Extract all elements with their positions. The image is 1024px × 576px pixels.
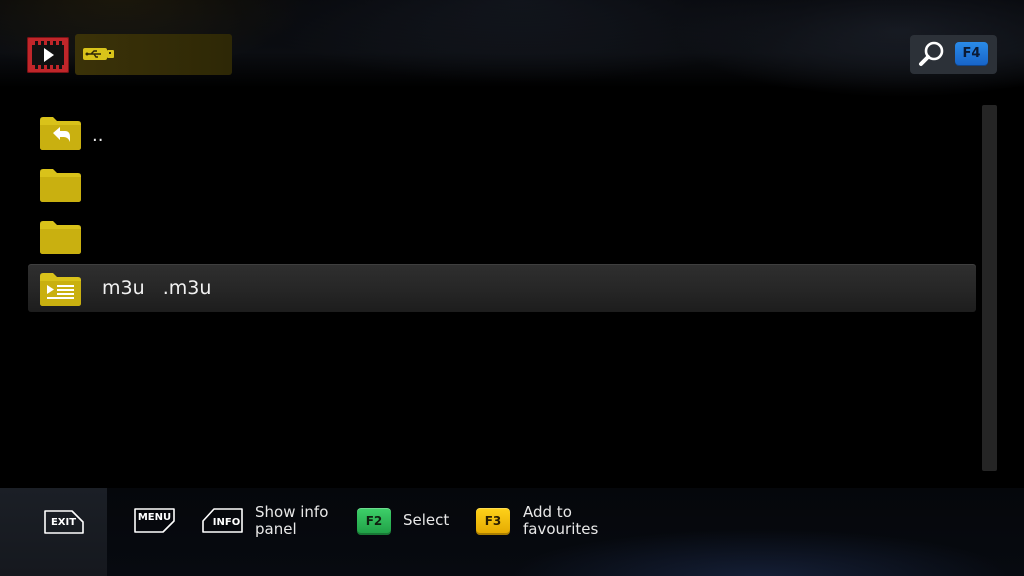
list-item-folder[interactable] bbox=[28, 212, 976, 260]
folder-icon bbox=[40, 221, 81, 254]
search-button[interactable]: F4 bbox=[910, 35, 997, 74]
usb-drive-icon bbox=[83, 48, 114, 60]
playlist-file-name: m3u .m3u bbox=[102, 277, 212, 299]
select-hint-text: Select bbox=[403, 511, 450, 529]
info-key-button[interactable]: INFO bbox=[201, 507, 244, 535]
menu-key-label: MENU bbox=[137, 512, 172, 523]
search-icon bbox=[919, 41, 944, 66]
playlist-folder-icon bbox=[40, 273, 81, 306]
parent-directory-label: .. bbox=[92, 125, 104, 146]
menu-key-button[interactable]: MENU bbox=[133, 507, 176, 535]
info-key-label: INFO bbox=[212, 517, 241, 528]
list-scrollbar[interactable] bbox=[982, 105, 997, 471]
exit-key-label: EXIT bbox=[50, 517, 77, 528]
path-breadcrumb bbox=[75, 34, 232, 75]
list-item-playlist-selected[interactable]: m3u .m3u bbox=[28, 264, 976, 312]
folder-back-icon bbox=[40, 117, 81, 150]
exit-key-button[interactable]: EXIT bbox=[42, 508, 85, 536]
info-hint-text: Show info panel bbox=[255, 503, 329, 538]
file-list: .. m3u .m3u bbox=[28, 105, 976, 470]
header-bar: F4 bbox=[0, 0, 1024, 88]
favourites-hint-text: Add to favourites bbox=[523, 503, 599, 538]
folder-icon bbox=[40, 169, 81, 202]
list-item-parent-directory[interactable]: .. bbox=[28, 108, 976, 156]
bottom-hint-bar: EXIT MENU INFO Show info panel F2 Select… bbox=[0, 488, 1024, 576]
list-item-folder[interactable] bbox=[28, 160, 976, 208]
file-browser-screen: F4 .. m3u .m3u EXIT MENU INFO Show info … bbox=[0, 0, 1024, 576]
f4-key-badge: F4 bbox=[955, 42, 988, 66]
f2-select-key[interactable]: F2 bbox=[357, 508, 391, 535]
movie-clapper-play-icon bbox=[27, 37, 69, 73]
f3-favourites-key[interactable]: F3 bbox=[476, 508, 510, 535]
